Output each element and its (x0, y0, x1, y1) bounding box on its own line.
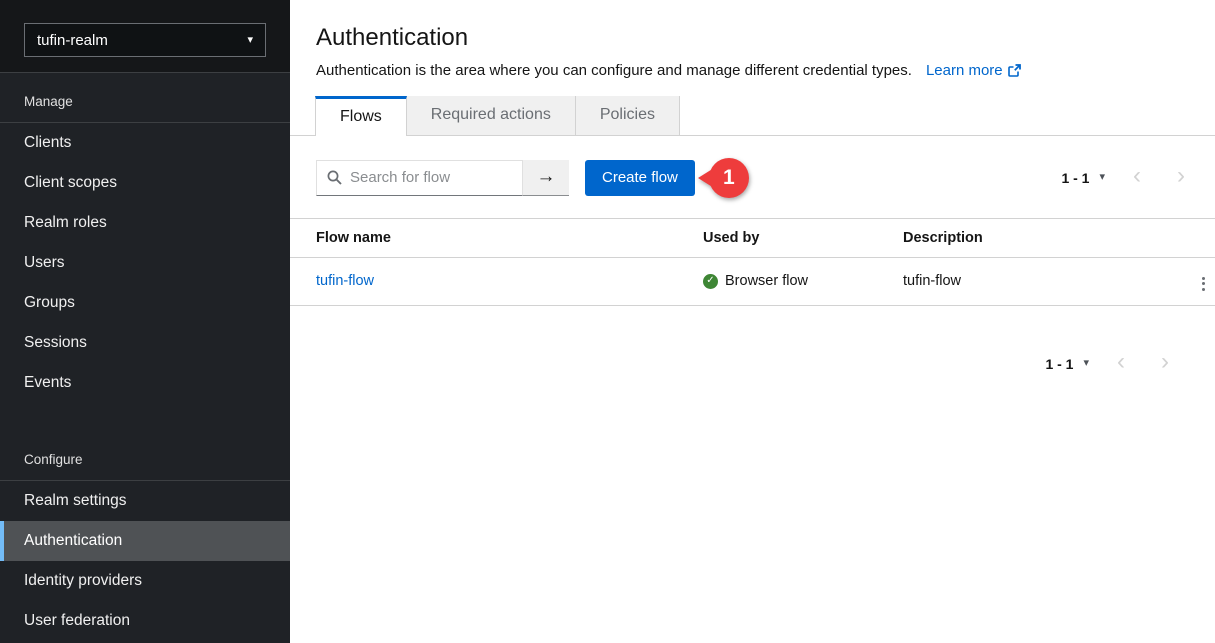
chevron-left-icon: ‹ (1133, 164, 1141, 188)
nav-group-title-configure: Configure (0, 431, 290, 481)
prev-page-button-bottom[interactable]: ‹ (1099, 346, 1143, 382)
main-content: Authentication Authentication is the are… (290, 0, 1215, 643)
search-group: → (316, 160, 569, 196)
page-subtitle: Authentication is the area where you can… (316, 62, 1191, 81)
pagination-range-label-bottom: 1 - 1 (1045, 356, 1073, 372)
next-page-button-bottom[interactable]: › (1143, 346, 1187, 382)
description-cell: tufin-flow (887, 257, 1167, 305)
table-header-actions (1167, 218, 1215, 257)
keycloak-admin-console: tufin-realm ▾ Manage Clients Client scop… (0, 0, 1215, 643)
tab-bar: Flows Required actions Policies (290, 96, 1215, 136)
nav-group-configure: Configure Realm settings Authentication … (0, 431, 290, 641)
search-input[interactable] (342, 169, 522, 186)
learn-more-label: Learn more (926, 62, 1003, 79)
sidebar-item-events[interactable]: Events (0, 363, 290, 403)
tab-flows-label: Flows (340, 108, 382, 126)
used-by-cell: ✓ Browser flow (703, 273, 871, 289)
pagination-range-toggle-bottom[interactable]: 1 - 1 ▾ (1035, 348, 1099, 380)
table-header-flow-name: Flow name (290, 218, 687, 257)
chevron-right-icon: › (1161, 350, 1169, 374)
sidebar-item-realm-roles[interactable]: Realm roles (0, 203, 290, 243)
tab-bar-rest (680, 96, 1215, 136)
sidebar-item-realm-settings[interactable]: Realm settings (0, 481, 290, 521)
chevron-right-icon: › (1177, 164, 1185, 188)
realm-selector-label: tufin-realm (37, 32, 108, 49)
kebab-menu-button[interactable] (1196, 273, 1211, 295)
tab-policies[interactable]: Policies (576, 96, 680, 136)
sidebar-item-identity-providers[interactable]: Identity providers (0, 561, 290, 601)
create-flow-button[interactable]: Create flow (585, 160, 695, 196)
sidebar: tufin-realm ▾ Manage Clients Client scop… (0, 0, 290, 643)
annotation-number: 1 (709, 158, 749, 198)
tab-required-actions-label: Required actions (431, 106, 551, 124)
search-input-wrap (316, 160, 523, 196)
sidebar-item-users[interactable]: Users (0, 243, 290, 283)
external-link-icon (1008, 64, 1021, 81)
table-row: tufin-flow ✓ Browser flow tufin-flow (290, 257, 1215, 305)
prev-page-button[interactable]: ‹ (1115, 160, 1159, 196)
nav-group-manage: Manage Clients Client scopes Realm roles… (0, 73, 290, 403)
tab-bar-spacer (290, 96, 315, 136)
nav-group-title-manage: Manage (0, 73, 290, 123)
table-header-used-by: Used by (687, 218, 887, 257)
table-header-description: Description (887, 218, 1167, 257)
check-circle-icon: ✓ (703, 274, 718, 289)
toolbar: → Create flow 1 1 - 1 ▾ ‹ › (290, 136, 1215, 218)
next-page-button[interactable]: › (1159, 160, 1203, 196)
sidebar-nav: Manage Clients Client scopes Realm roles… (0, 73, 290, 643)
sidebar-item-client-scopes[interactable]: Client scopes (0, 163, 290, 203)
flow-name-link[interactable]: tufin-flow (316, 273, 374, 289)
caret-down-icon: ▾ (1083, 358, 1089, 369)
arrow-right-icon: → (537, 166, 556, 188)
used-by-label: Browser flow (725, 273, 808, 289)
caret-down-icon: ▾ (247, 35, 253, 46)
tab-policies-label: Policies (600, 106, 655, 124)
page-title: Authentication (316, 24, 1191, 53)
pagination-top: 1 - 1 ▾ ‹ › (1051, 160, 1203, 196)
table-header-row: Flow name Used by Description (290, 218, 1215, 257)
search-icon (327, 170, 342, 185)
learn-more-link[interactable]: Learn more (926, 62, 1021, 79)
caret-down-icon: ▾ (1099, 172, 1105, 183)
page-subtitle-text: Authentication is the area where you can… (316, 62, 912, 79)
chevron-left-icon: ‹ (1117, 350, 1125, 374)
tab-flows[interactable]: Flows (315, 96, 407, 136)
pagination-range-toggle[interactable]: 1 - 1 ▾ (1051, 162, 1115, 194)
search-submit-button[interactable]: → (523, 160, 569, 196)
sidebar-item-clients[interactable]: Clients (0, 123, 290, 163)
annotation-badge: 1 (698, 158, 749, 198)
tab-required-actions[interactable]: Required actions (407, 96, 576, 136)
pagination-range-label: 1 - 1 (1061, 170, 1089, 186)
sidebar-item-sessions[interactable]: Sessions (0, 323, 290, 363)
sidebar-item-user-federation[interactable]: User federation (0, 601, 290, 641)
pagination-bottom: 1 - 1 ▾ ‹ › (290, 306, 1215, 382)
realm-selector-section: tufin-realm ▾ (0, 0, 290, 73)
pagination-bottom-controls: 1 - 1 ▾ ‹ › (1035, 346, 1187, 382)
page-header: Authentication Authentication is the are… (290, 0, 1215, 81)
sidebar-item-groups[interactable]: Groups (0, 283, 290, 323)
realm-selector[interactable]: tufin-realm ▾ (24, 23, 266, 57)
flows-table: Flow name Used by Description tufin-flow… (290, 218, 1215, 306)
sidebar-item-authentication[interactable]: Authentication (0, 521, 290, 561)
